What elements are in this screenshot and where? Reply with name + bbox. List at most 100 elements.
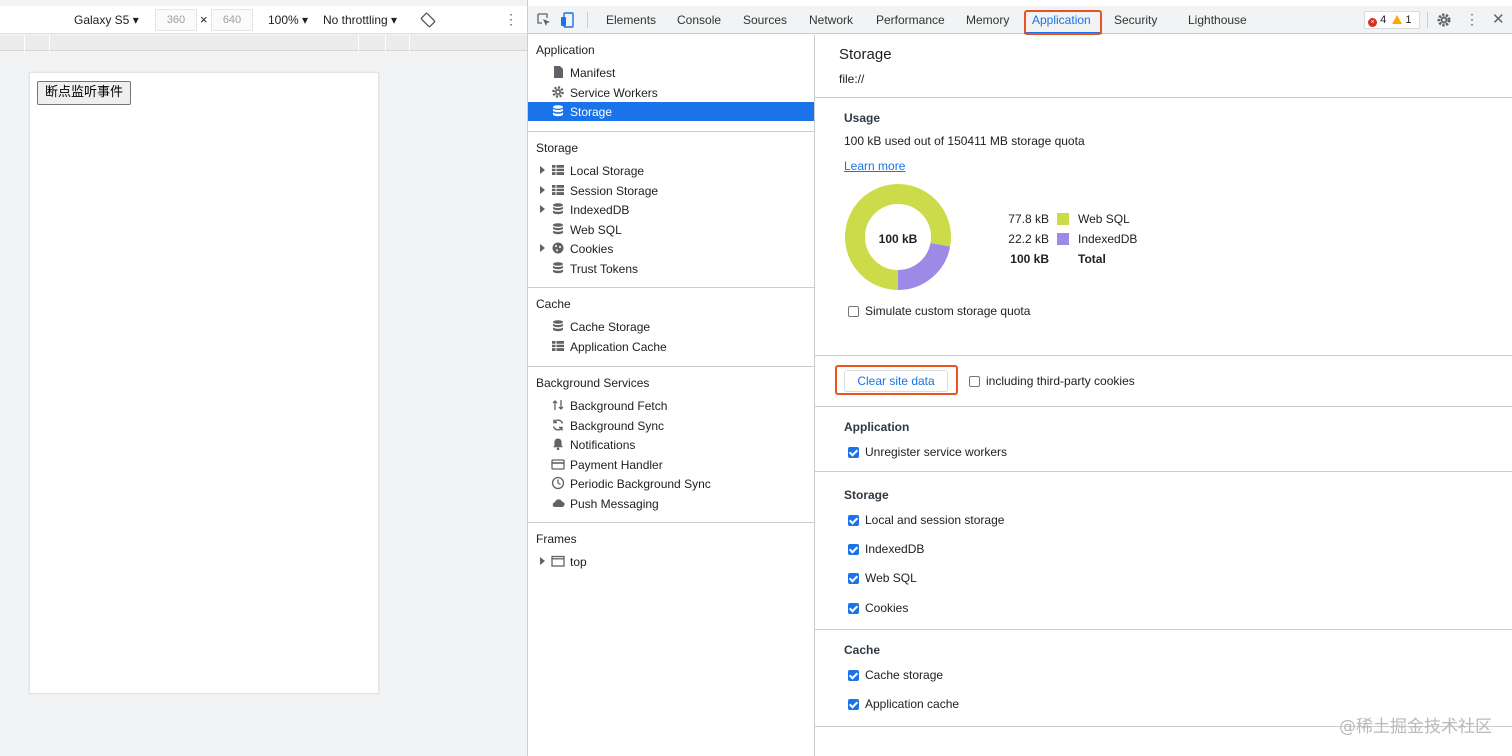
donut-center-label: 100 kB	[878, 232, 918, 246]
learn-more-link[interactable]: Learn more	[844, 159, 905, 173]
legend-swatch	[1057, 233, 1069, 245]
sidebar-item-periodic-background-sync[interactable]: Periodic Background Sync	[528, 474, 814, 493]
application-sidebar: Application Manifest Service Workers Storag…	[528, 35, 815, 756]
expand-arrow-icon[interactable]	[540, 166, 545, 174]
file-icon	[554, 66, 563, 78]
sidebar-item-background-sync[interactable]: Background Sync	[528, 416, 814, 435]
tab-security[interactable]: Security	[1114, 13, 1157, 27]
inspect-element-icon[interactable]	[536, 12, 552, 28]
settings-gear-icon[interactable]	[1436, 12, 1452, 28]
sidebar-item-label: Push Messaging	[570, 496, 659, 511]
database-icon	[553, 261, 563, 273]
sidebar-item-top[interactable]: top	[528, 552, 814, 571]
gear-icon	[552, 85, 564, 98]
tab-memory[interactable]: Memory	[966, 13, 1009, 27]
sidebar-item-cache-storage[interactable]: Cache Storage	[528, 317, 814, 336]
sidebar-item-storage[interactable]: Storage	[528, 102, 814, 121]
sidebar-item-label: Manifest	[570, 66, 616, 80]
option-checkbox[interactable]	[848, 515, 859, 526]
device-toggle-icon[interactable]	[560, 12, 576, 28]
device-select[interactable]: Galaxy S5 ▾	[74, 13, 139, 27]
option-label: IndexedDB	[865, 542, 925, 557]
sidebar-section-application[interactable]: Application	[536, 43, 595, 57]
option-checkbox[interactable]	[848, 670, 859, 681]
option-checkbox[interactable]	[848, 447, 859, 458]
third-party-cookies-checkbox[interactable]	[969, 376, 980, 387]
sidebar-item-session-storage[interactable]: Session Storage	[528, 181, 814, 200]
toolbar-divider	[587, 12, 588, 28]
tab-network[interactable]: Network	[809, 13, 853, 27]
origin-label: file://	[839, 72, 865, 86]
height-input[interactable]: 640	[211, 9, 253, 31]
bell-icon	[553, 438, 563, 451]
zoom-select[interactable]: 100% ▾	[268, 13, 308, 27]
tab-sources[interactable]: Sources	[743, 13, 787, 27]
sidebar-item-application-cache[interactable]: Application Cache	[528, 337, 814, 356]
database-icon	[553, 222, 563, 234]
database-icon	[553, 203, 563, 215]
sidebar-item-push-messaging[interactable]: Push Messaging	[528, 494, 814, 513]
expand-arrow-icon[interactable]	[540, 185, 545, 194]
page-button[interactable]: 断点监听事件	[37, 81, 132, 105]
options-heading: Application	[844, 420, 910, 434]
sidebar-section-frames[interactable]: Frames	[536, 532, 577, 546]
width-input[interactable]: 360	[155, 9, 197, 31]
database-icon	[553, 320, 563, 332]
sidebar-item-web-sql[interactable]: Web SQL	[528, 220, 814, 239]
option-label: Unregister service workers	[865, 445, 1008, 459]
sidebar-section-storage[interactable]: Storage	[536, 141, 578, 155]
sidebar-divider	[528, 131, 814, 132]
sidebar-item-indexeddb[interactable]: IndexedDB	[528, 200, 814, 219]
legend-label: IndexedDB	[1078, 232, 1138, 246]
expand-arrow-icon[interactable]	[540, 205, 545, 213]
sidebar-item-label: IndexedDB	[570, 203, 630, 217]
throttling-select[interactable]: No throttling ▾	[323, 13, 397, 27]
sidebar-item-service-workers[interactable]: Service Workers	[528, 83, 814, 102]
rotate-icon[interactable]	[420, 12, 436, 28]
tab-performance[interactable]: Performance	[876, 13, 945, 27]
close-icon[interactable]: ✕	[1492, 10, 1505, 28]
divider	[815, 355, 1512, 356]
tab-lighthouse[interactable]: Lighthouse	[1188, 13, 1247, 27]
option-checkbox[interactable]	[848, 573, 859, 585]
sidebar-item-local-storage[interactable]: Local Storage	[528, 161, 814, 180]
sidebar-item-trust-tokens[interactable]: Trust Tokens	[528, 259, 814, 278]
tab-console[interactable]: Console	[677, 13, 721, 27]
sidebar-section-background-services[interactable]: Background Services	[536, 376, 649, 390]
option-checkbox[interactable]	[848, 602, 859, 614]
expand-arrow-icon[interactable]	[540, 244, 545, 252]
sidebar-divider	[528, 522, 814, 523]
sidebar-item-label: Notifications	[570, 438, 636, 452]
more-options-icon[interactable]: ⋮	[1465, 11, 1479, 28]
sidebar-item-label: Application Cache	[570, 339, 667, 354]
option-checkbox[interactable]	[848, 544, 859, 556]
sidebar-item-label: Background Fetch	[570, 399, 668, 413]
device-toolbar: Galaxy S5 ▾ 360 × 640 100% ▾ No throttli…	[0, 6, 527, 34]
sidebar-item-label: Cache Storage	[570, 320, 651, 334]
sidebar-item-payment-handler[interactable]: Payment Handler	[528, 455, 814, 474]
sidebar-item-manifest[interactable]: Manifest	[528, 63, 814, 82]
tab-elements[interactable]: Elements	[606, 13, 656, 27]
simulate-quota-label: Simulate custom storage quota	[865, 304, 1031, 318]
throttling-value: No throttling	[323, 13, 388, 27]
issue-counter[interactable]: × 4 1	[1364, 11, 1420, 29]
sidebar-item-label: Web SQL	[570, 222, 622, 237]
error-count: 4	[1380, 14, 1387, 26]
option-checkbox[interactable]	[848, 699, 859, 711]
more-options-icon[interactable]: ⋮	[504, 11, 518, 28]
dimension-separator: ×	[200, 12, 208, 27]
sync-icon	[552, 419, 564, 430]
sidebar-item-background-fetch[interactable]: Background Fetch	[528, 396, 814, 415]
sidebar-item-label: Payment Handler	[570, 457, 663, 472]
sidebar-section-cache[interactable]: Cache	[536, 297, 571, 311]
sidebar-item-cookies[interactable]: Cookies	[528, 239, 814, 258]
sidebar-item-label: Local Storage	[570, 164, 645, 178]
grid-icon	[552, 340, 564, 351]
simulate-quota-checkbox[interactable]	[848, 306, 859, 317]
toolbar-divider	[1427, 12, 1428, 28]
legend-value: 22.2 kB	[1008, 232, 1049, 246]
option-label: Web SQL	[865, 571, 917, 586]
devtools-toolbar: Elements Console Sources Network Perform…	[528, 6, 1512, 35]
sidebar-item-notifications[interactable]: Notifications	[528, 435, 814, 454]
expand-arrow-icon[interactable]	[540, 557, 545, 565]
